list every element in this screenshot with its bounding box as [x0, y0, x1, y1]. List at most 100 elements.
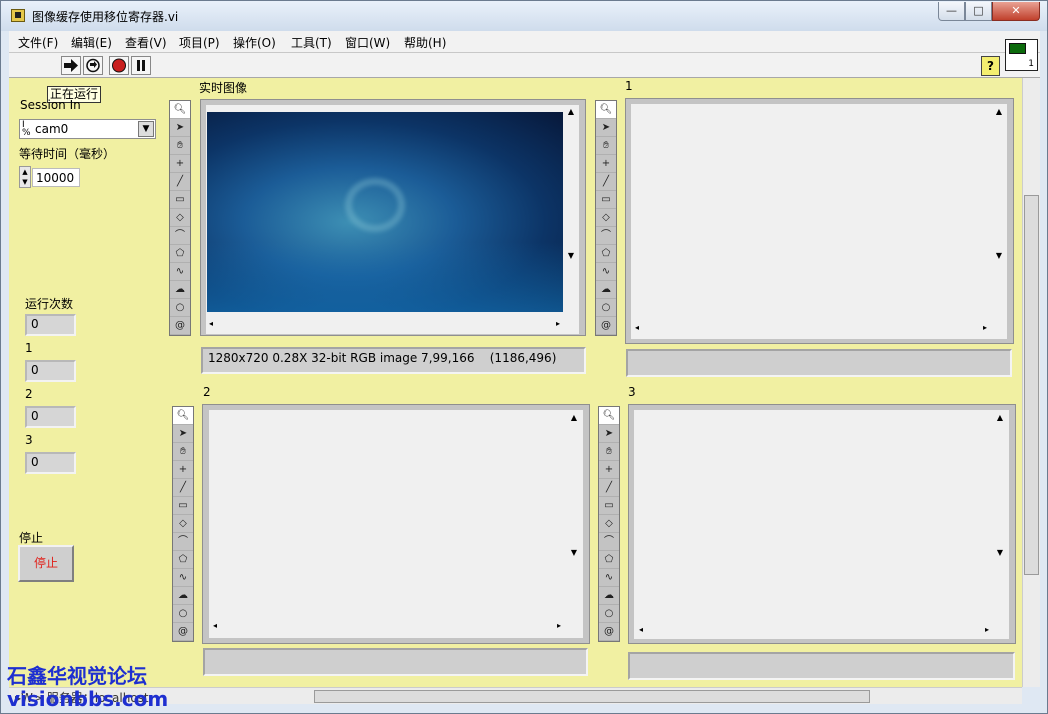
menu-file[interactable]: 文件(F): [18, 34, 58, 51]
context-help-button[interactable]: ?: [981, 56, 1000, 76]
timeout-label: 等待时间（毫秒）: [19, 147, 116, 161]
freehand-icon[interactable]: ∿: [173, 569, 193, 587]
display-1-hscroll[interactable]: ◂ ▸: [635, 323, 991, 335]
annulus-icon[interactable]: ⌒: [173, 533, 193, 551]
horizontal-scroll-thumb[interactable]: [314, 690, 870, 703]
rectangle-icon[interactable]: ▭: [596, 191, 616, 209]
freehand-region-icon[interactable]: ☁︎: [596, 281, 616, 299]
display-2-label: 2: [203, 385, 211, 399]
zoom-icon[interactable]: 🔍︎: [173, 407, 193, 425]
rotated-rect-icon[interactable]: ◇: [173, 515, 193, 533]
abort-button[interactable]: [109, 56, 129, 75]
menu-window[interactable]: 窗口(W): [345, 34, 390, 51]
run-continuously-icon: [86, 58, 100, 73]
main-hscroll[interactable]: ◂ ▸: [209, 319, 564, 331]
freehand-icon[interactable]: ∿: [596, 263, 616, 281]
run-count-label: 运行次数: [25, 297, 74, 311]
line-icon[interactable]: ╱: [170, 173, 190, 191]
line-icon[interactable]: ╱: [596, 173, 616, 191]
display-2-canvas[interactable]: [209, 410, 583, 638]
spiral-icon[interactable]: @: [173, 623, 193, 641]
oval-icon[interactable]: ○: [173, 605, 193, 623]
polygon-icon[interactable]: ⬠: [599, 551, 619, 569]
menu-bar: 文件(F) 编辑(E) 查看(V) 项目(P) 操作(O) 工具(T) 窗口(W…: [9, 31, 1040, 53]
point-icon[interactable]: +: [170, 155, 190, 173]
line-icon[interactable]: ╱: [173, 479, 193, 497]
arrow-icon[interactable]: ➤: [170, 119, 190, 137]
point-icon[interactable]: +: [599, 461, 619, 479]
oval-icon[interactable]: ○: [170, 299, 190, 317]
maximize-button[interactable]: □: [965, 2, 992, 21]
zoom-icon[interactable]: 🔍︎: [596, 101, 616, 119]
menu-operate[interactable]: 操作(O): [233, 34, 276, 51]
pause-button[interactable]: [131, 56, 151, 75]
rotated-rect-icon[interactable]: ◇: [170, 209, 190, 227]
panel-vertical-scrollbar[interactable]: [1022, 78, 1040, 687]
timeout-numeric[interactable]: ▲ ▼ 10000: [19, 166, 81, 188]
point-icon[interactable]: +: [596, 155, 616, 173]
arrow-icon[interactable]: ➤: [173, 425, 193, 443]
vertical-scroll-thumb[interactable]: [1024, 195, 1039, 575]
point-icon[interactable]: +: [173, 461, 193, 479]
freehand-region-icon[interactable]: ☁︎: [173, 587, 193, 605]
oval-icon[interactable]: ○: [596, 299, 616, 317]
pan-hand-icon[interactable]: ✋︎: [596, 137, 616, 155]
polygon-icon[interactable]: ⬠: [173, 551, 193, 569]
spiral-icon[interactable]: @: [596, 317, 616, 335]
polygon-icon[interactable]: ⬠: [170, 245, 190, 263]
live-camera-image[interactable]: [207, 112, 563, 312]
pan-hand-icon[interactable]: ✋︎: [173, 443, 193, 461]
menu-project[interactable]: 项目(P): [179, 34, 220, 51]
annulus-icon[interactable]: ⌒: [170, 227, 190, 245]
arrow-icon[interactable]: ➤: [596, 119, 616, 137]
annulus-icon[interactable]: ⌒: [596, 227, 616, 245]
main-vscroll[interactable]: ▲ ▼: [565, 107, 577, 317]
spiral-icon[interactable]: @: [599, 623, 619, 641]
display-1-label: 1: [625, 79, 633, 93]
line-icon[interactable]: ╱: [599, 479, 619, 497]
stop-label: 停止: [19, 531, 44, 545]
pan-hand-icon[interactable]: ✋︎: [170, 137, 190, 155]
spin-arrows-icon[interactable]: ▲ ▼: [19, 166, 31, 188]
pan-hand-icon[interactable]: ✋︎: [599, 443, 619, 461]
annulus-icon[interactable]: ⌒: [599, 533, 619, 551]
rotated-rect-icon[interactable]: ◇: [596, 209, 616, 227]
rectangle-icon[interactable]: ▭: [173, 497, 193, 515]
zoom-icon[interactable]: 🔍︎: [170, 101, 190, 119]
chevron-down-icon[interactable]: ▼: [138, 121, 154, 137]
rectangle-icon[interactable]: ▭: [170, 191, 190, 209]
display-2-hscroll[interactable]: ◂ ▸: [213, 621, 565, 633]
oval-icon[interactable]: ○: [599, 605, 619, 623]
spiral-icon[interactable]: @: [170, 317, 190, 335]
display-3-canvas[interactable]: [634, 410, 1009, 639]
watermark-title: 石鑫华视觉论坛: [7, 664, 147, 688]
freehand-region-icon[interactable]: ☁︎: [170, 281, 190, 299]
menu-edit[interactable]: 编辑(E): [71, 34, 112, 51]
rotated-rect-icon[interactable]: ◇: [599, 515, 619, 533]
timeout-value[interactable]: 10000: [32, 168, 80, 187]
rectangle-icon[interactable]: ▭: [599, 497, 619, 515]
session-in-combo[interactable]: I% cam0 ▼: [19, 119, 156, 139]
menu-help[interactable]: 帮助(H): [404, 34, 446, 51]
run-button[interactable]: [61, 56, 81, 75]
freehand-icon[interactable]: ∿: [170, 263, 190, 281]
arrow-icon[interactable]: ➤: [599, 425, 619, 443]
stop-button[interactable]: 停止: [18, 545, 74, 582]
display-3-vscroll[interactable]: ▲ ▼: [994, 413, 1006, 621]
freehand-icon[interactable]: ∿: [599, 569, 619, 587]
polygon-icon[interactable]: ⬠: [596, 245, 616, 263]
display-1-vscroll[interactable]: ▲ ▼: [993, 107, 1005, 319]
vi-connector-icon[interactable]: 1: [1005, 39, 1038, 71]
menu-view[interactable]: 查看(V): [125, 34, 167, 51]
display-2-vscroll[interactable]: ▲ ▼: [568, 413, 580, 620]
image-blob: [345, 178, 405, 232]
run-continuously-button[interactable]: [83, 56, 103, 75]
menu-tools[interactable]: 工具(T): [291, 34, 332, 51]
display-1-canvas[interactable]: [631, 104, 1007, 339]
display-3-tool-palette: 🔍︎ ➤ ✋︎ + ╱ ▭ ◇ ⌒ ⬠ ∿ ☁︎ ○ @: [598, 406, 620, 642]
close-button[interactable]: ✕: [992, 2, 1040, 21]
zoom-icon[interactable]: 🔍︎: [599, 407, 619, 425]
display-3-hscroll[interactable]: ◂ ▸: [639, 625, 993, 637]
minimize-button[interactable]: —: [938, 2, 965, 21]
freehand-region-icon[interactable]: ☁︎: [599, 587, 619, 605]
